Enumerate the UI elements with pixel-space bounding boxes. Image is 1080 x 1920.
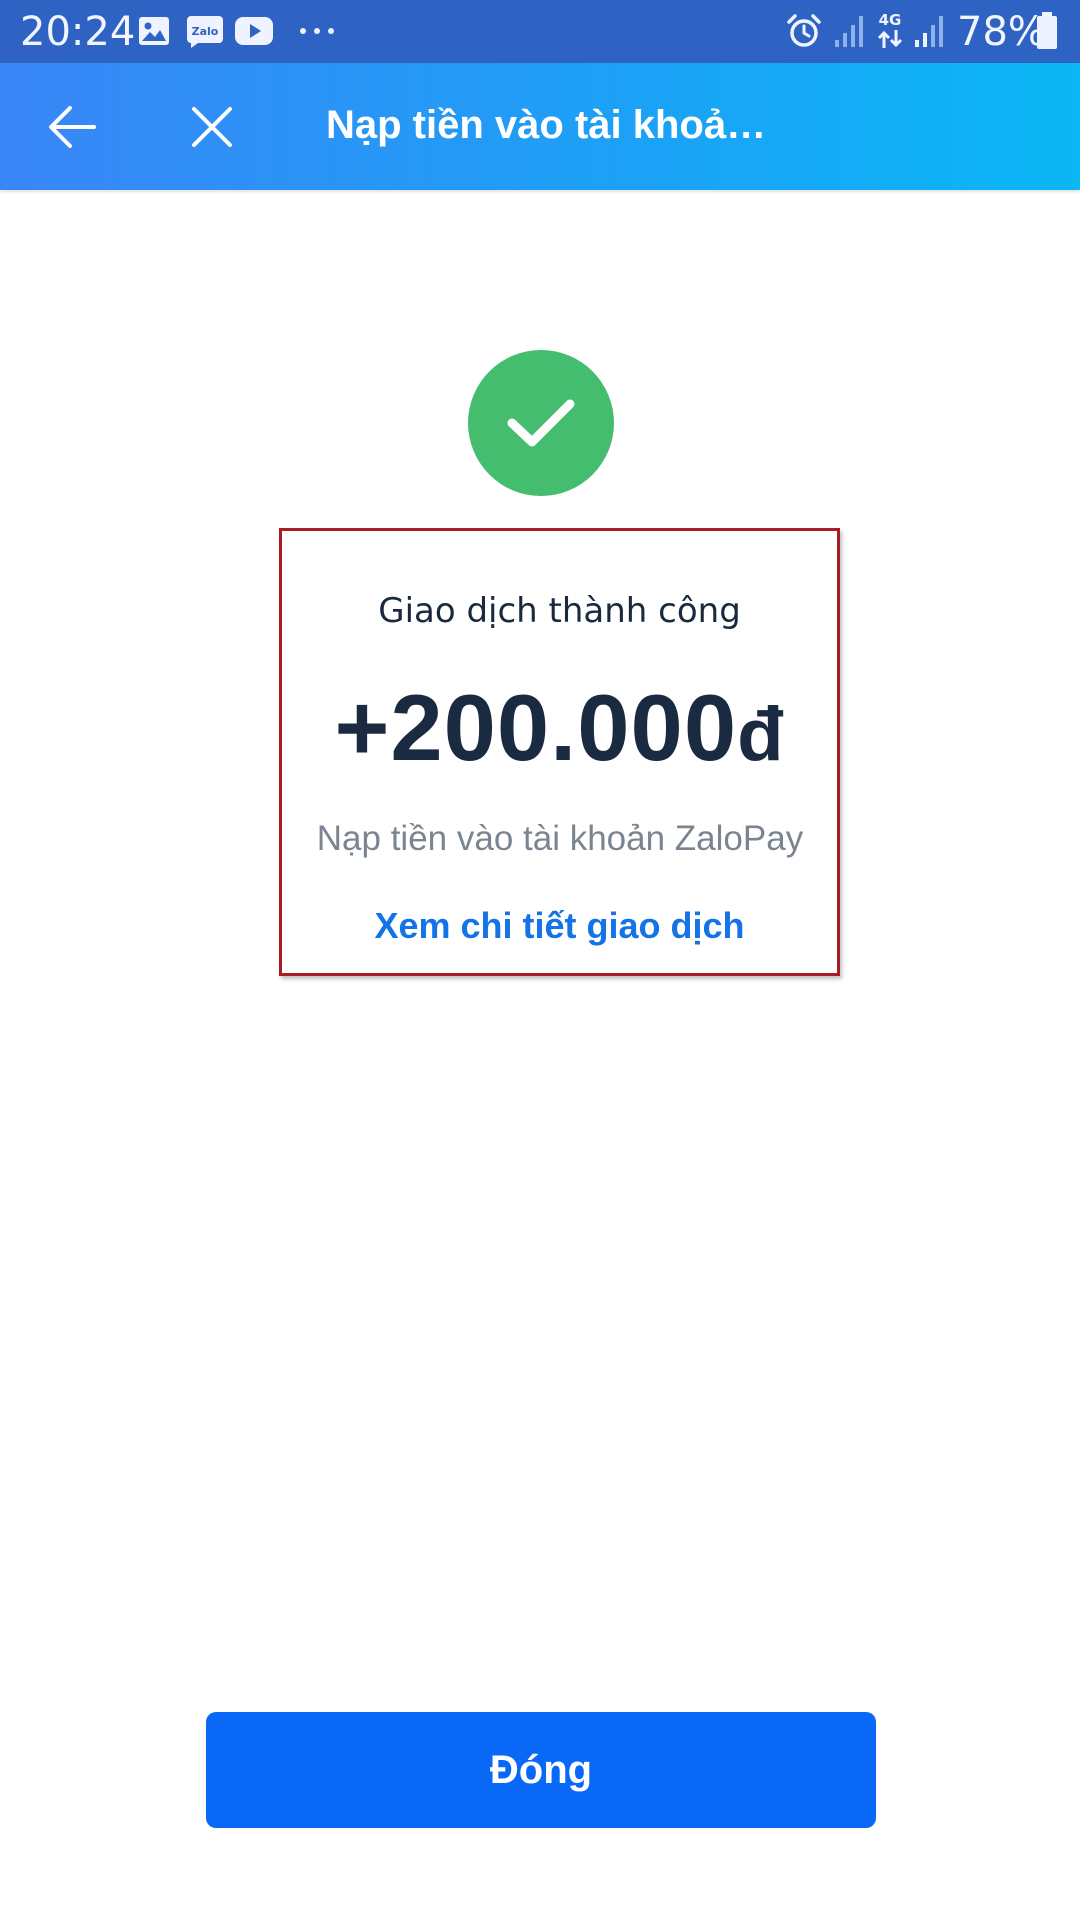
signal-icon — [835, 16, 863, 47]
close-icon — [192, 107, 232, 147]
status-time: 20:24 — [20, 9, 136, 55]
success-icon — [468, 350, 614, 496]
transaction-status: Giao dịch thành công — [378, 591, 741, 631]
battery-icon — [1037, 12, 1057, 49]
checkmark-icon — [507, 399, 575, 447]
page-title: Nạp tiền vào tài khoả… — [326, 103, 766, 147]
signal-4g-icon: 4G — [876, 12, 904, 52]
transaction-description: Nạp tiền vào tài khoản ZaloPay — [316, 819, 804, 858]
transaction-amount: +200.000đ — [282, 673, 837, 790]
transaction-result-card: Giao dịch thành công +200.000đ Nạp tiền … — [279, 528, 840, 976]
svg-text:Zalo: Zalo — [192, 25, 219, 38]
back-arrow-icon — [49, 106, 96, 148]
close-button[interactable]: Đóng — [206, 1712, 876, 1828]
close-nav-button[interactable] — [180, 95, 244, 159]
battery-percent: 78% — [957, 9, 1046, 55]
back-button[interactable] — [40, 95, 104, 159]
youtube-icon — [235, 17, 273, 45]
zalo-icon: Zalo — [187, 16, 223, 48]
amount-currency: đ — [737, 692, 785, 777]
more-dots-icon — [300, 28, 334, 34]
signal-icon-2 — [915, 16, 943, 47]
amount-value: +200.000 — [334, 675, 738, 780]
alarm-icon — [787, 14, 821, 47]
status-bar: 20:24 Zalo 4G 78% — [0, 0, 1080, 63]
network-label: 4G — [878, 11, 902, 29]
app-header: Nạp tiền vào tài khoả… — [0, 63, 1080, 190]
view-transaction-details-link[interactable]: Xem chi tiết giao dịch — [282, 903, 837, 949]
gallery-icon — [139, 17, 169, 45]
